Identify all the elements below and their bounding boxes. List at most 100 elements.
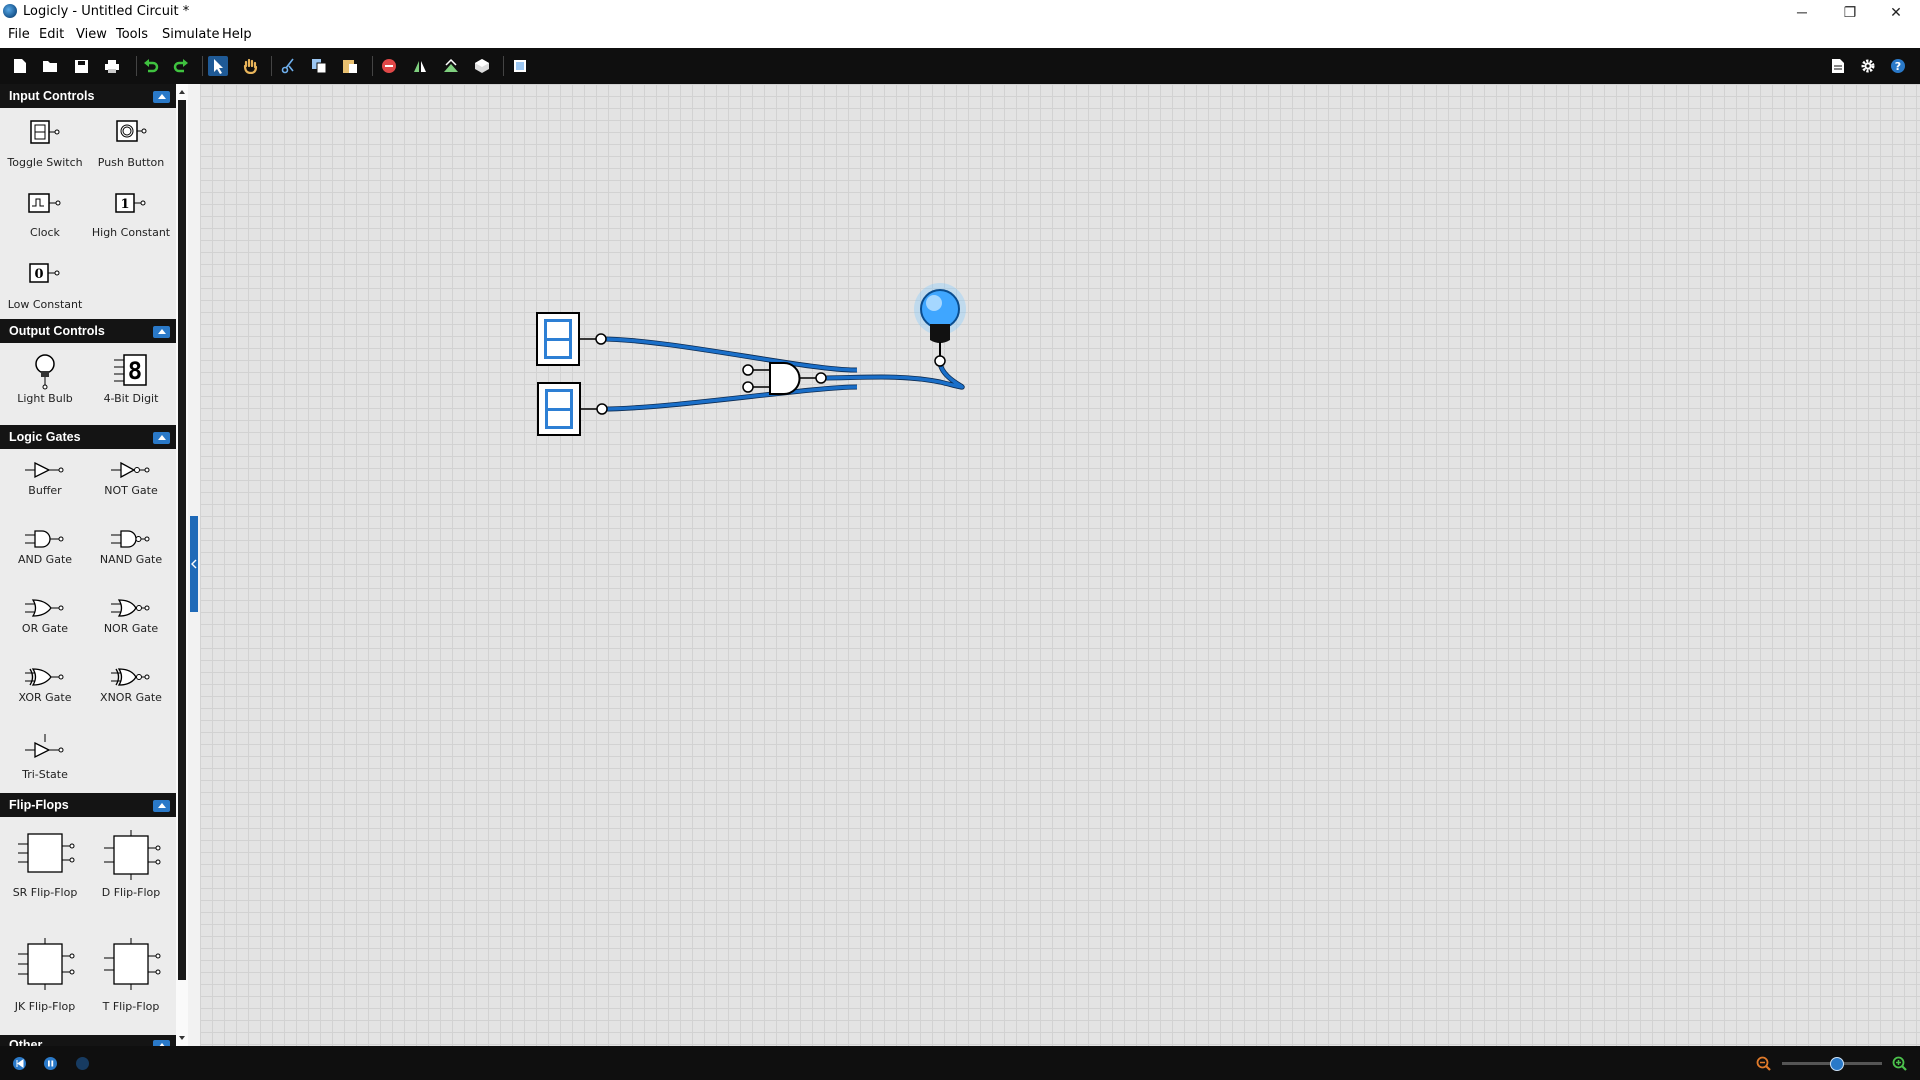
redo-icon[interactable] xyxy=(171,56,191,76)
delete-icon[interactable] xyxy=(379,56,399,76)
category-header-input-controls[interactable]: Input Controls xyxy=(0,84,176,108)
component-label: NOR Gate xyxy=(103,622,159,635)
restore-button[interactable]: ❐ xyxy=(1828,0,1872,24)
category-header-output-controls[interactable]: Output Controls xyxy=(0,319,176,343)
palette-d-flip-flop[interactable]: D Flip-Flop xyxy=(88,822,174,912)
zoom-out-icon[interactable] xyxy=(1756,1056,1772,1075)
toggle-switch-1[interactable] xyxy=(536,312,607,366)
light-bulb[interactable] xyxy=(914,283,966,367)
palette-buffer[interactable]: Buffer xyxy=(2,452,88,518)
reset-icon[interactable] xyxy=(13,1057,26,1070)
rotate-icon[interactable] xyxy=(472,56,492,76)
component-label: Toggle Switch xyxy=(7,156,83,169)
component-label: XOR Gate xyxy=(18,691,72,704)
palette-light-bulb[interactable]: Light Bulb xyxy=(2,346,88,412)
page-icon[interactable] xyxy=(1828,56,1848,76)
scroll-thumb[interactable] xyxy=(178,100,186,980)
palette-and-gate[interactable]: AND Gate xyxy=(2,521,88,587)
component-label: 4-Bit Digit xyxy=(103,392,159,405)
category-header-other[interactable]: Other xyxy=(0,1035,176,1046)
zoom-in-icon[interactable] xyxy=(1892,1056,1908,1075)
component-label: AND Gate xyxy=(17,553,73,566)
new-icon[interactable] xyxy=(10,56,30,76)
palette-clock[interactable]: Clock xyxy=(2,184,88,250)
chevron-left-icon xyxy=(191,559,197,569)
palette-nand-gate[interactable]: NAND Gate xyxy=(88,521,174,587)
palette-toggle-switch[interactable]: Toggle Switch xyxy=(2,112,88,178)
buffer-gate-icon xyxy=(25,461,64,479)
jk-flip-flop-icon xyxy=(18,938,75,990)
collapse-icon[interactable] xyxy=(153,800,170,812)
category-header-flip-flops[interactable]: Flip-Flops xyxy=(0,793,176,817)
collapse-icon[interactable] xyxy=(153,432,170,444)
component-label: High Constant xyxy=(91,226,171,239)
help-icon[interactable]: ? xyxy=(1888,56,1908,76)
menu-view[interactable]: View xyxy=(76,27,107,42)
collapse-palette-handle[interactable] xyxy=(190,516,198,612)
component-label: D Flip-Flop xyxy=(101,886,161,899)
open-icon[interactable] xyxy=(40,56,60,76)
palette-xor-gate[interactable]: XOR Gate xyxy=(2,659,88,725)
pan-icon[interactable] xyxy=(240,56,260,76)
step-icon[interactable] xyxy=(76,1057,89,1070)
palette-high-constant[interactable]: 1 High Constant xyxy=(88,184,174,250)
palette-jk-flip-flop[interactable]: JK Flip-Flop xyxy=(2,930,88,1020)
flip-horizontal-icon[interactable] xyxy=(410,56,430,76)
scroll-up-icon[interactable] xyxy=(176,86,188,98)
pause-icon[interactable] xyxy=(44,1057,57,1070)
scroll-down-icon[interactable] xyxy=(176,1032,188,1044)
svg-text:?: ? xyxy=(1895,60,1901,73)
settings-icon[interactable] xyxy=(1858,56,1878,76)
palette-tri-state[interactable]: Tri-State xyxy=(2,726,88,792)
xnor-gate-icon xyxy=(111,668,150,686)
palette-nor-gate[interactable]: NOR Gate xyxy=(88,590,174,656)
toolbar-separator xyxy=(136,56,137,76)
category-header-logic-gates[interactable]: Logic Gates xyxy=(0,425,176,449)
menu-tools[interactable]: Tools xyxy=(116,27,148,42)
palette-push-button[interactable]: Push Button xyxy=(88,112,174,178)
component-label: NOT Gate xyxy=(104,484,158,497)
menu-edit[interactable]: Edit xyxy=(39,27,64,42)
tri-state-icon xyxy=(25,734,64,759)
component-label: Low Constant xyxy=(7,298,83,311)
category-title: Input Controls xyxy=(9,89,95,103)
select-icon[interactable] xyxy=(208,56,228,76)
palette-or-gate[interactable]: OR Gate xyxy=(2,590,88,656)
cut-icon[interactable] xyxy=(278,56,298,76)
collapse-icon[interactable] xyxy=(153,326,170,338)
palette-low-constant[interactable]: 0 Low Constant xyxy=(2,254,88,320)
menu-simulate[interactable]: Simulate xyxy=(162,27,219,42)
toggle-switch-icon xyxy=(30,120,60,144)
component-label: JK Flip-Flop xyxy=(14,1000,76,1013)
circuit-canvas[interactable] xyxy=(200,84,1920,1046)
minimize-button[interactable]: ─ xyxy=(1780,0,1824,24)
category-title: Flip-Flops xyxy=(9,798,69,812)
print-icon[interactable] xyxy=(102,56,122,76)
copy-icon[interactable] xyxy=(309,56,329,76)
undo-icon[interactable] xyxy=(141,56,161,76)
component-label: Tri-State xyxy=(22,768,68,781)
palette-xnor-gate[interactable]: XNOR Gate xyxy=(88,659,174,725)
palette-scrollbar[interactable] xyxy=(176,84,188,1046)
save-icon[interactable] xyxy=(71,56,91,76)
palette-not-gate[interactable]: NOT Gate xyxy=(88,452,174,518)
component-label: XNOR Gate xyxy=(100,691,162,704)
palette-4-bit-digit[interactable]: 8 4-Bit Digit xyxy=(88,346,174,412)
toolbar: ? xyxy=(0,48,1920,84)
palette-t-flip-flop[interactable]: T Flip-Flop xyxy=(88,930,174,1020)
push-button-icon xyxy=(116,120,147,142)
app-logo-icon xyxy=(3,4,17,18)
zoom-slider-thumb[interactable] xyxy=(1830,1057,1844,1071)
menu-file[interactable]: File xyxy=(8,27,30,42)
toggle-switch-2[interactable] xyxy=(537,382,608,436)
flip-vertical-icon[interactable] xyxy=(441,56,461,76)
palette-splitter[interactable] xyxy=(188,84,200,1046)
collapse-icon[interactable] xyxy=(153,91,170,103)
wire-switch2-to-and[interactable] xyxy=(601,385,858,411)
grid-icon[interactable] xyxy=(510,56,530,76)
palette-sr-flip-flop[interactable]: SR Flip-Flop xyxy=(2,822,88,912)
component-label: SR Flip-Flop xyxy=(12,886,78,899)
close-button[interactable]: ✕ xyxy=(1874,0,1918,24)
paste-icon[interactable] xyxy=(340,56,360,76)
menu-help[interactable]: Help xyxy=(222,27,252,42)
